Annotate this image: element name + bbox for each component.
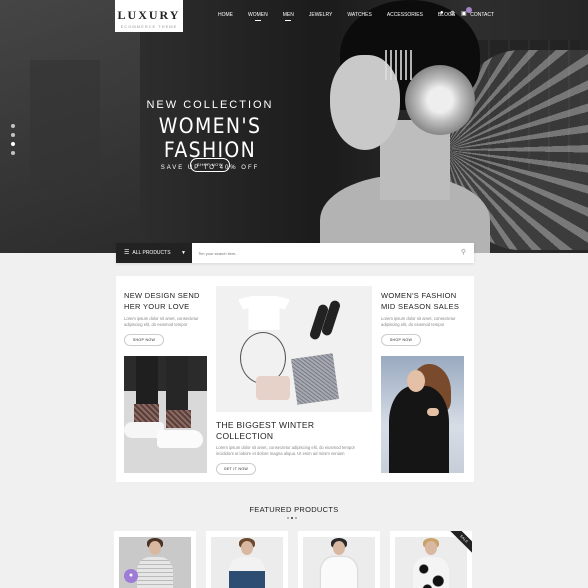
product-card[interactable] xyxy=(206,531,288,588)
search-bar: ☰ALL PRODUCTS ▼ ⚲ xyxy=(116,243,474,263)
promo-left-shop-button[interactable]: SHOP NOW xyxy=(124,334,164,346)
promo-center: THE BIGGEST WINTER COLLECTION Lorem ipsu… xyxy=(216,420,372,475)
promo-shoes-image[interactable] xyxy=(124,356,207,473)
nav-dropdown-indicator xyxy=(285,20,292,21)
nav-item-contact[interactable]: CONTACT xyxy=(470,12,494,18)
slider-dot[interactable] xyxy=(11,151,15,155)
product-card[interactable] xyxy=(298,531,380,588)
nav-item-women[interactable]: WOMEN xyxy=(248,12,268,21)
product-image xyxy=(211,537,283,588)
nav-item-watches[interactable]: WATCHES xyxy=(347,12,371,18)
slider-dot[interactable] xyxy=(11,133,15,137)
promo-right-title: WOMEN'S FASHION MID SEASON SALES xyxy=(381,291,460,311)
hero-model-image xyxy=(310,0,520,253)
promo-right-shop-button[interactable]: SHOP NOW xyxy=(381,334,421,346)
promo-right-text: Lorem ipsum dolor sit amet, consectetur … xyxy=(381,316,456,327)
search-input[interactable] xyxy=(198,243,448,263)
logo-name: LUXURY xyxy=(117,8,181,22)
product-image xyxy=(395,537,467,588)
cart-icon[interactable]: ▣ xyxy=(461,7,473,17)
nav-item-home[interactable]: HOME xyxy=(218,12,233,18)
user-icon[interactable]: ● xyxy=(440,10,444,17)
featured-products-list: SALE xyxy=(114,531,474,588)
promo-center-title: THE BIGGEST WINTER COLLECTION xyxy=(216,420,315,441)
promo-left: NEW DESIGN SEND HER YOUR LOVE Lorem ipsu… xyxy=(124,290,208,346)
featured-divider-dots xyxy=(287,517,297,519)
hero-slider-dots xyxy=(11,124,15,155)
hero-shop-now-button[interactable]: SHOP NOW xyxy=(190,158,230,172)
chat-icon[interactable]: ● xyxy=(124,569,138,583)
hero-background-detail xyxy=(30,60,100,190)
nav-item-men[interactable]: MEN xyxy=(283,12,294,21)
hero-eyebrow: NEW COLLECTION xyxy=(146,99,274,111)
promo-center-get-button[interactable]: GET IT NOW xyxy=(216,463,256,475)
slider-dot-active[interactable] xyxy=(11,142,15,146)
category-select[interactable]: ☰ ALL PRODUCTS ▼ xyxy=(116,243,192,263)
search-icon[interactable]: ⚲ xyxy=(461,248,466,256)
logo-tagline: ECOMMERCE THEME xyxy=(120,24,178,29)
nav-item-accessories[interactable]: ACCESSORIES xyxy=(387,12,423,18)
product-image xyxy=(303,537,375,588)
promo-left-title: NEW DESIGN SEND HER YOUR LOVE xyxy=(124,291,200,311)
gear-icon[interactable]: ⚙ xyxy=(450,10,455,17)
promo-right: WOMEN'S FASHION MID SEASON SALES Lorem i… xyxy=(381,290,467,346)
featured-products-title: FEATURED PRODUCTS xyxy=(249,505,339,514)
promo-winter-collection-image[interactable] xyxy=(216,286,372,412)
header-icons: ● ⚙ ▣ xyxy=(440,7,473,17)
site-logo[interactable]: LUXURY ECOMMERCE THEME xyxy=(115,0,183,32)
promo-center-text: Lorem ipsum dolor sit amet, consectetur … xyxy=(216,445,355,456)
cart-badge xyxy=(466,7,473,13)
product-card[interactable]: SALE xyxy=(390,531,472,588)
promo-left-text: Lorem ipsum dolor sit amet, consectetur … xyxy=(124,316,199,327)
chevron-down-icon: ▼ xyxy=(181,250,186,256)
menu-icon: ☰ xyxy=(124,250,130,256)
promo-model-image[interactable] xyxy=(381,356,464,473)
hero-title: WOMEN'S FASHION xyxy=(158,114,262,162)
slider-dot[interactable] xyxy=(11,124,15,128)
nav-dropdown-indicator xyxy=(254,20,261,21)
nav-item-jewelry[interactable]: JEWELRY xyxy=(309,12,333,18)
promo-panel: NEW DESIGN SEND HER YOUR LOVE Lorem ipsu… xyxy=(116,276,474,482)
